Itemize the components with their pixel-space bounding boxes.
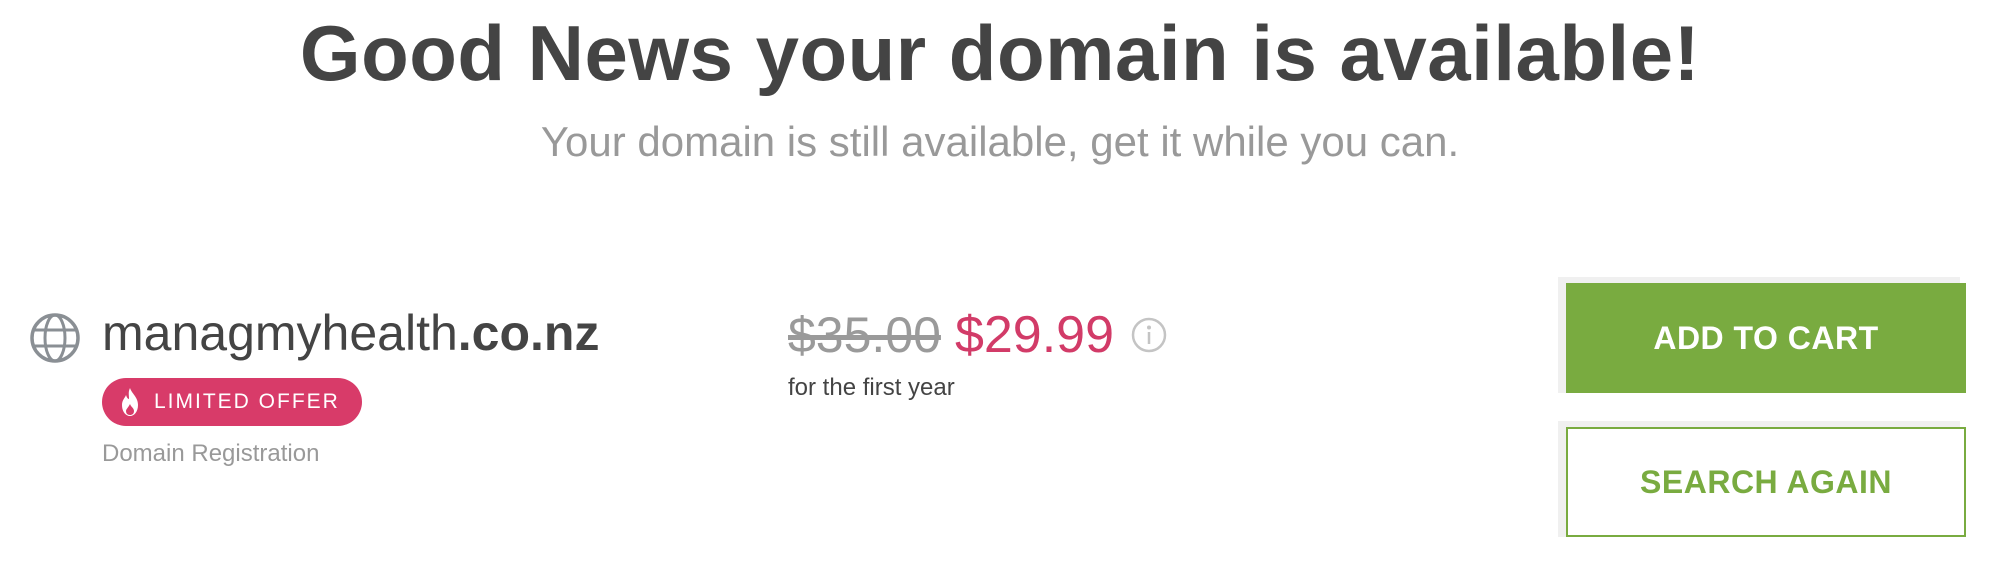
flame-icon <box>122 388 138 416</box>
page-title: Good News your domain is available! <box>299 9 1701 97</box>
badge-label: LIMITED OFFER <box>154 390 340 413</box>
price-row: $35.00 $29.99 <box>788 300 1168 370</box>
domain-label: managmyhealth <box>102 305 458 361</box>
globe-icon <box>30 313 80 363</box>
search-again-button[interactable]: SEARCH AGAIN <box>1566 427 1966 537</box>
limited-offer-badge: LIMITED OFFER <box>102 378 362 426</box>
page-subtitle: Your domain is still available, get it w… <box>540 118 1460 165</box>
info-icon[interactable] <box>1130 316 1168 354</box>
add-to-cart-button[interactable]: ADD TO CART <box>1566 283 1966 393</box>
price-note: for the first year <box>788 374 955 401</box>
domain-name: managmyhealth.co.nz <box>102 304 599 362</box>
new-price: $29.99 <box>954 306 1114 364</box>
old-price: $35.00 <box>788 307 941 363</box>
domain-tld: .co.nz <box>457 305 600 361</box>
domain-type-label: Domain Registration <box>102 440 320 467</box>
